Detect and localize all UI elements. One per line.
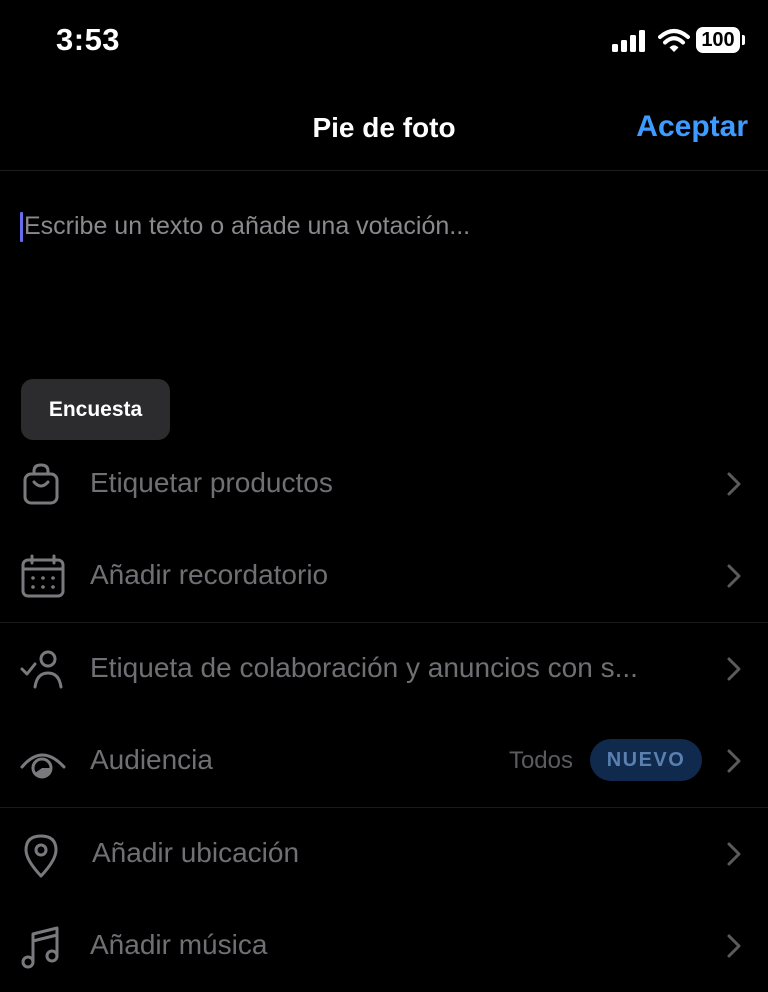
chevron-right-icon <box>727 657 741 681</box>
option-label: Audiencia <box>90 744 213 775</box>
nav-bar: Pie de foto Aceptar <box>0 84 768 171</box>
person-check-icon <box>20 650 63 689</box>
status-bar: 3:53 100 <box>0 0 768 84</box>
accept-button[interactable]: Aceptar <box>636 110 748 144</box>
music-note-icon <box>21 926 59 969</box>
option-label: Añadir recordatorio <box>90 559 329 590</box>
chevron-right-icon <box>727 842 741 866</box>
option-label: Añadir música <box>90 929 268 960</box>
option-label: Etiqueta de colaboración y anuncios con … <box>90 652 638 683</box>
audience-value: Todos <box>508 747 573 774</box>
calendar-icon <box>21 554 65 598</box>
cellular-signal-icon <box>612 30 648 52</box>
option-add-reminder[interactable]: Añadir recordatorio <box>0 530 768 622</box>
caption-field[interactable] <box>20 204 740 248</box>
chevron-right-icon <box>727 472 741 496</box>
chevron-right-icon <box>727 749 741 773</box>
wifi-icon <box>658 29 690 52</box>
option-add-location[interactable]: Añadir ubicación <box>0 808 768 900</box>
battery-icon: 100 <box>696 27 740 53</box>
battery-tip <box>742 35 745 45</box>
poll-button[interactable]: Encuesta <box>21 379 170 440</box>
caption-input[interactable] <box>24 204 724 248</box>
chevron-right-icon <box>727 934 741 958</box>
text-cursor <box>20 212 23 242</box>
option-tag-products[interactable]: Etiquetar productos <box>0 438 768 530</box>
option-add-music[interactable]: Añadir música <box>0 900 768 992</box>
option-collaboration-tag[interactable]: Etiqueta de colaboración y anuncios con … <box>0 623 768 715</box>
shopping-bag-icon <box>23 463 59 505</box>
chevron-right-icon <box>727 564 741 588</box>
eye-icon <box>20 753 66 779</box>
option-audience[interactable]: Audiencia Todos NUEVO <box>0 715 768 807</box>
option-label: Etiquetar productos <box>90 467 333 498</box>
new-badge: NUEVO <box>590 739 702 781</box>
location-pin-icon <box>24 834 58 878</box>
status-time: 3:53 <box>56 22 121 57</box>
option-label: Añadir ubicación <box>92 837 300 868</box>
